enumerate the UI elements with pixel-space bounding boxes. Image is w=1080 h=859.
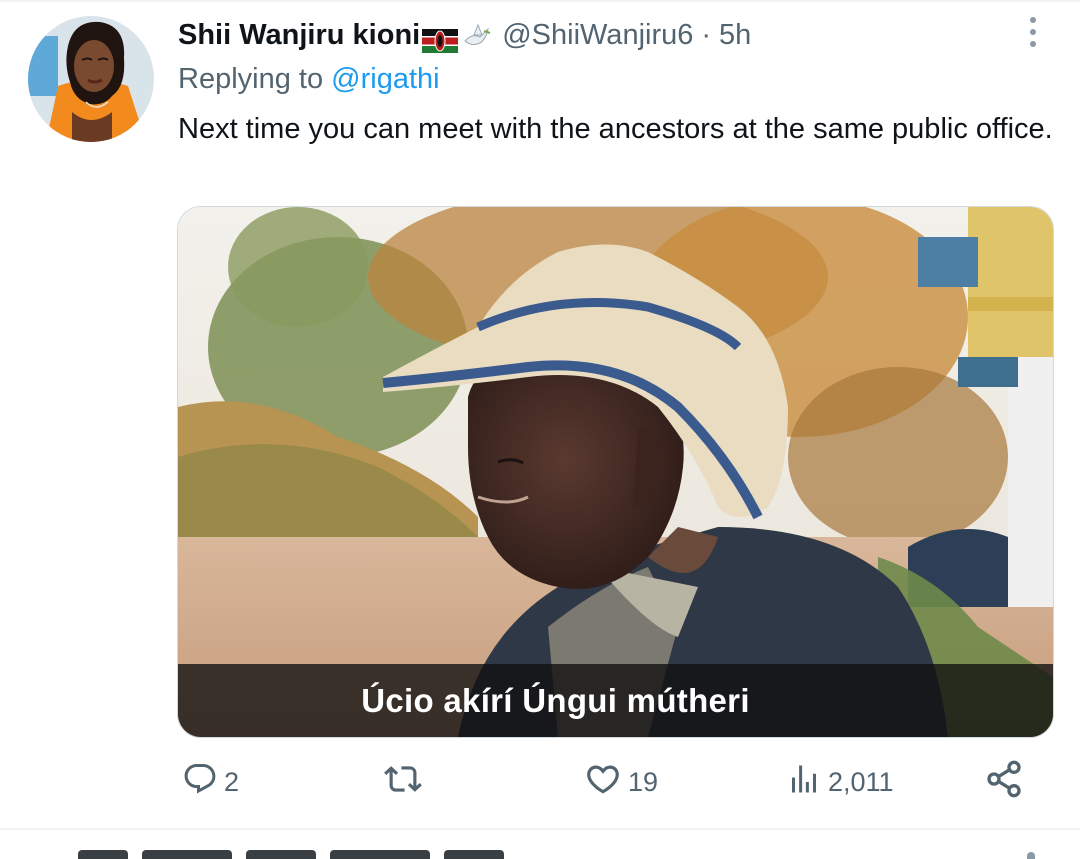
more-vertical-icon bbox=[1030, 17, 1036, 23]
kenya-flag-emoji bbox=[422, 23, 459, 53]
retweet-icon bbox=[384, 760, 422, 805]
media-caption: Úcio akírí Úngui mútheri bbox=[361, 681, 750, 719]
top-divider bbox=[0, 0, 1080, 2]
views-count: 2,011 bbox=[828, 766, 894, 797]
display-name[interactable]: Shii Wanjiru kioni bbox=[178, 14, 420, 56]
heart-icon bbox=[584, 760, 622, 805]
analytics-icon bbox=[786, 761, 822, 804]
avatar[interactable] bbox=[28, 16, 154, 142]
views-button[interactable]: 2,011 bbox=[786, 760, 894, 804]
bottom-divider bbox=[0, 828, 1080, 830]
reply-count: 2 bbox=[224, 766, 240, 797]
user-handle[interactable]: @ShiiWanjiru6 bbox=[502, 14, 693, 56]
separator-dot: · bbox=[701, 19, 712, 51]
media-image bbox=[178, 207, 1053, 737]
replying-to: Replying to @rigathi bbox=[178, 58, 440, 100]
tweet-header: Shii Wanjiru kioni @ShiiWanjiru6 · 5h bbox=[178, 14, 751, 56]
tweet-timestamp[interactable]: 5h bbox=[719, 14, 751, 56]
reply-mention-link[interactable]: @rigathi bbox=[331, 63, 439, 95]
next-tweet-more-icon bbox=[1027, 852, 1035, 859]
avatar-photo bbox=[28, 16, 154, 142]
share-icon bbox=[984, 759, 1024, 806]
reply-button[interactable]: 2 bbox=[182, 760, 239, 804]
retweet-button[interactable] bbox=[384, 760, 428, 804]
reply-icon bbox=[182, 761, 218, 804]
dove-emoji bbox=[462, 21, 492, 49]
tweet-media[interactable]: Úcio akírí Úngui mútheri bbox=[177, 206, 1054, 738]
tweet-text: Next time you can meet with the ancestor… bbox=[178, 113, 1053, 145]
share-button[interactable] bbox=[984, 760, 1030, 804]
replying-to-label: Replying to bbox=[178, 63, 324, 95]
more-options-button[interactable] bbox=[1018, 14, 1048, 50]
like-count: 19 bbox=[628, 766, 659, 797]
media-caption-bar: Úcio akírí Úngui mútheri bbox=[178, 664, 1053, 737]
next-tweet-peek bbox=[78, 850, 518, 859]
like-button[interactable]: 19 bbox=[584, 760, 658, 804]
